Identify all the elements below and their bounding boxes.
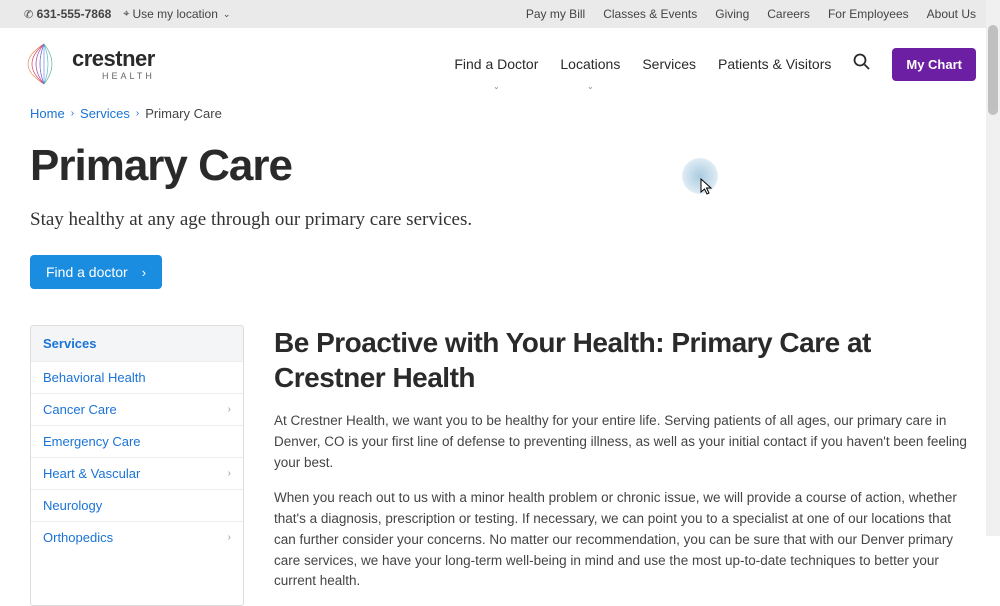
logo-icon [24,42,64,86]
sidebar-header[interactable]: Services [31,326,243,361]
search-button[interactable] [853,53,870,75]
nav-label: Patients & Visitors [718,56,831,72]
page-body: Home › Services › Primary Care Primary C… [0,96,1000,606]
content-row: Services Behavioral Health Cancer Care ›… [30,325,970,606]
nav-items: Find a Doctor ⌄ Locations ⌄ Services Pat… [454,48,976,81]
breadcrumb-home[interactable]: Home [30,106,65,121]
sidebar-item-label: Heart & Vascular [43,466,140,481]
nav-label: Locations [560,56,620,72]
sidebar-item-neurology[interactable]: Neurology [31,489,243,521]
sidebar-item-label: Cancer Care [43,402,117,417]
chevron-right-icon: › [142,265,146,280]
util-link-employees[interactable]: For Employees [828,7,909,21]
sidebar-item-emergency[interactable]: Emergency Care [31,425,243,457]
utility-bar: ✆ 631-555-7868 ⌖ Use my location ⌄ Pay m… [0,0,1000,28]
sidebar-item-label: Behavioral Health [43,370,146,385]
util-link-pay[interactable]: Pay my Bill [526,7,585,21]
logo-name: crestner [72,48,155,70]
scrollbar-thumb[interactable] [988,25,998,115]
phone-number: 631-555-7868 [37,7,112,21]
body-para-2: When you reach out to us with a minor he… [274,488,970,593]
page-title: Primary Care [30,141,970,191]
location-label: Use my location [133,7,218,21]
sidebar-item-orthopedics[interactable]: Orthopedics › [31,521,243,553]
page-subtitle: Stay healthy at any age through our prim… [30,209,970,231]
nav-label: Find a Doctor [454,56,538,72]
nav-find-doctor[interactable]: Find a Doctor ⌄ [454,56,538,72]
find-doctor-button[interactable]: Find a doctor › [30,255,162,289]
chevron-down-icon: ⌄ [493,82,500,91]
chevron-right-icon: › [228,468,231,479]
utility-right: Pay my Bill Classes & Events Giving Care… [526,7,976,21]
util-link-giving[interactable]: Giving [715,7,749,21]
cta-label: Find a doctor [46,264,128,280]
util-link-classes[interactable]: Classes & Events [603,7,697,21]
chevron-right-icon: › [136,108,139,119]
sidebar-item-label: Neurology [43,498,102,513]
services-sidebar: Services Behavioral Health Cancer Care ›… [30,325,244,606]
util-link-about[interactable]: About Us [927,7,976,21]
logo-text: crestner HEALTH [72,48,155,81]
use-location-link[interactable]: ⌖ Use my location ⌄ [123,7,230,21]
nav-patients[interactable]: Patients & Visitors [718,56,831,72]
main-nav: crestner HEALTH Find a Doctor ⌄ Location… [0,28,1000,96]
nav-locations[interactable]: Locations ⌄ [560,56,620,72]
my-chart-button[interactable]: My Chart [892,48,976,81]
breadcrumb: Home › Services › Primary Care [30,106,970,121]
chevron-down-icon: ⌄ [587,82,594,91]
logo[interactable]: crestner HEALTH [24,42,155,86]
phone-icon: ✆ [24,9,33,21]
nav-services[interactable]: Services [642,56,696,72]
breadcrumb-current: Primary Care [145,106,222,121]
sidebar-item-cancer[interactable]: Cancer Care › [31,393,243,425]
chevron-down-icon: ⌄ [223,9,231,20]
sidebar-item-label: Emergency Care [43,434,141,449]
scrollbar-track[interactable] [986,0,1000,536]
search-icon [853,53,870,70]
body-para-1: At Crestner Health, we want you to be he… [274,411,970,474]
section-title: Be Proactive with Your Health: Primary C… [274,325,970,395]
chevron-right-icon: › [228,404,231,415]
pin-icon: ⌖ [123,8,129,21]
main-content: Be Proactive with Your Health: Primary C… [274,325,970,606]
sidebar-item-label: Orthopedics [43,530,113,545]
logo-sub: HEALTH [72,72,155,81]
chevron-right-icon: › [71,108,74,119]
chevron-right-icon: › [228,532,231,543]
sidebar-item-behavioral[interactable]: Behavioral Health [31,361,243,393]
sidebar-item-heart[interactable]: Heart & Vascular › [31,457,243,489]
phone-group[interactable]: ✆ 631-555-7868 [24,7,111,21]
utility-left: ✆ 631-555-7868 ⌖ Use my location ⌄ [24,7,230,21]
breadcrumb-services[interactable]: Services [80,106,130,121]
util-link-careers[interactable]: Careers [767,7,810,21]
nav-label: Services [642,56,696,72]
